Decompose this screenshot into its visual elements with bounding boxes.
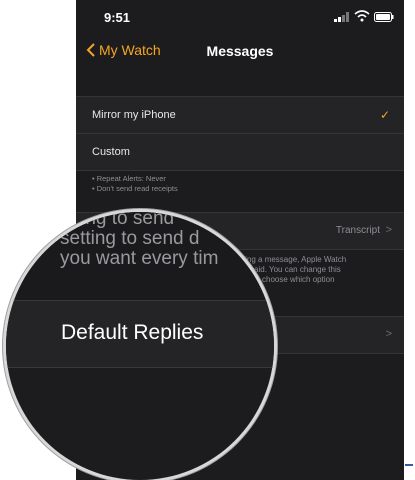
corner-mark (405, 464, 413, 466)
status-time: 9:51 (104, 10, 131, 25)
checkmark-icon: ✓ (379, 108, 390, 122)
option-mirror-iphone[interactable]: Mirror my iPhone ✓ (76, 97, 404, 133)
magnified-header: etting to send setting to send d you wan… (6, 212, 274, 304)
mirror-options-list: Mirror my iPhone ✓ Custom (76, 96, 404, 171)
wifi-icon (354, 10, 370, 22)
settings-footnote: • Repeat Alerts: Never • Don't send read… (92, 174, 178, 194)
default-replies-button[interactable]: Default Replies (6, 300, 274, 368)
dictation-value: Transcript (335, 225, 380, 236)
chevron-right-icon: > (385, 224, 392, 236)
battery-icon (374, 12, 394, 22)
option-label: Mirror my iPhone (92, 109, 176, 121)
magnified-text: setting to send d (60, 228, 200, 249)
page-title: Messages (206, 43, 274, 59)
option-label: Custom (92, 146, 130, 158)
navigation-bar: My Watch Messages (76, 38, 404, 66)
status-bar: 9:51 (76, 0, 404, 34)
option-custom[interactable]: Custom (76, 133, 404, 170)
magnified-text: you want every tim (60, 248, 219, 269)
magnifier-lens: etting to send setting to send d you wan… (6, 212, 274, 480)
default-replies-label: Default Replies (61, 321, 204, 344)
chevron-right-icon: > (385, 328, 392, 340)
footnote-line: • Don't send read receipts (92, 184, 178, 193)
cellular-signal-icon (334, 12, 349, 22)
footnote-line: • Repeat Alerts: Never (92, 174, 166, 183)
